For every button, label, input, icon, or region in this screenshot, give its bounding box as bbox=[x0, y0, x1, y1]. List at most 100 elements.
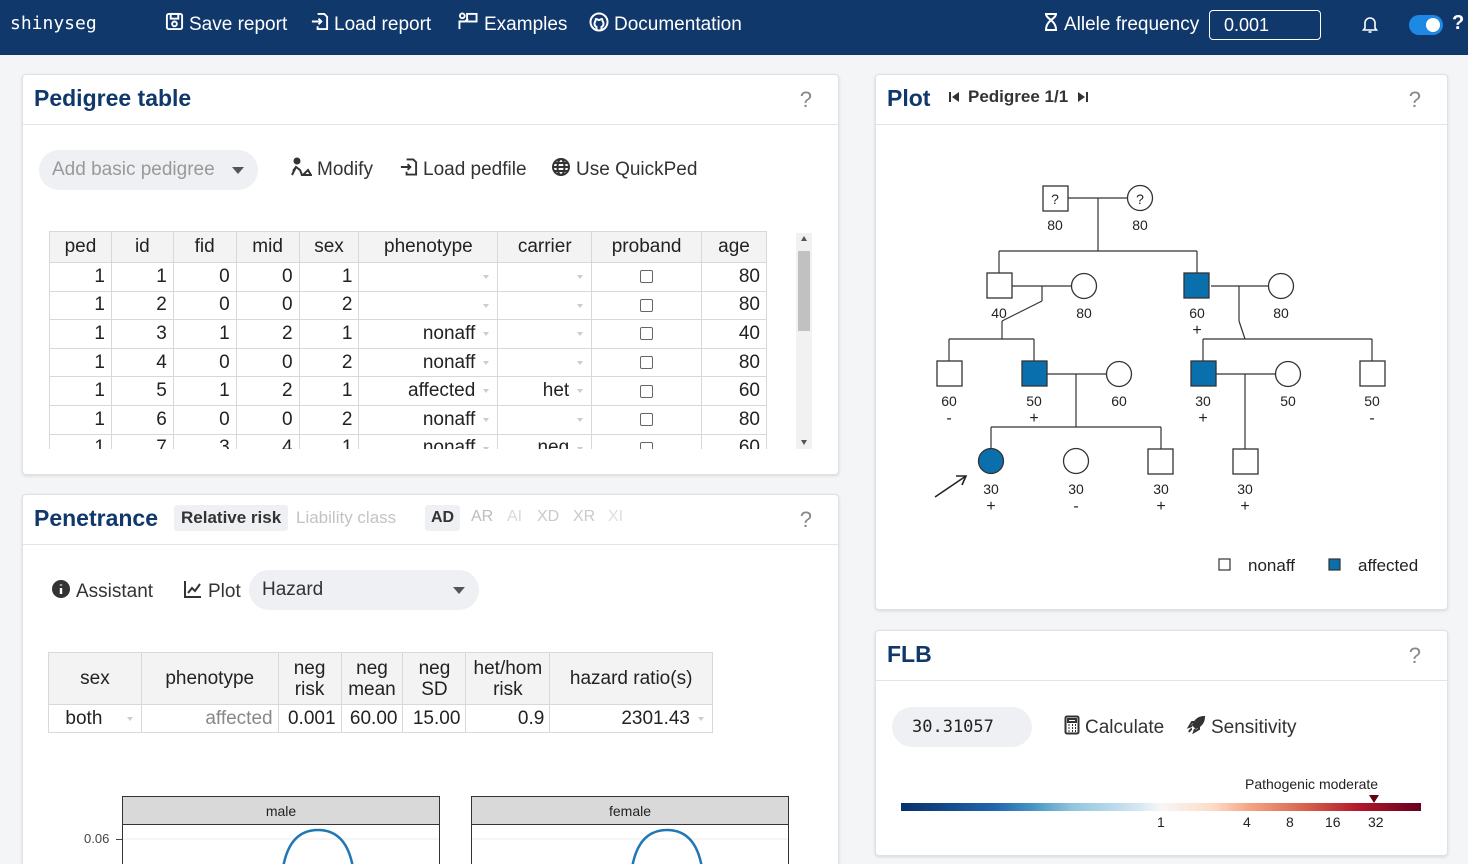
column-header[interactable]: ped bbox=[49, 231, 112, 263]
individual-3-square[interactable] bbox=[986, 272, 1013, 299]
cell-ped[interactable]: 1 bbox=[49, 376, 112, 406]
cell-mid[interactable]: 0 bbox=[235, 347, 300, 378]
calculate-button[interactable]: Calculate bbox=[1064, 715, 1164, 741]
plot-help-icon[interactable]: ? bbox=[1409, 87, 1421, 113]
cell-fid[interactable]: 0 bbox=[172, 347, 237, 378]
cell-carrier-dropdown[interactable]: neg bbox=[497, 433, 593, 449]
flb-help-icon[interactable]: ? bbox=[1409, 643, 1421, 669]
documentation-link[interactable]: Documentation bbox=[589, 12, 742, 38]
cell-sex[interactable]: 2 bbox=[298, 290, 360, 321]
load-pedfile-button[interactable]: Load pedfile bbox=[399, 157, 527, 183]
individual-4-circle[interactable] bbox=[1070, 272, 1098, 300]
allele-frequency-input[interactable]: 0.001 bbox=[1209, 10, 1321, 40]
column-header[interactable]: het/hom risk bbox=[465, 652, 551, 705]
load-report-button[interactable]: Load report bbox=[310, 12, 431, 37]
cell-sex[interactable]: 1 bbox=[298, 376, 360, 406]
column-header[interactable]: neg risk bbox=[277, 652, 342, 705]
cell-sex[interactable]: 1 bbox=[298, 319, 360, 349]
tab-liability-class[interactable]: Liability class bbox=[296, 508, 396, 528]
proband-checkbox[interactable] bbox=[640, 384, 654, 398]
cell-mid[interactable]: 2 bbox=[235, 319, 300, 349]
proband-checkbox[interactable] bbox=[640, 413, 654, 427]
individual-16-square[interactable] bbox=[1232, 448, 1259, 475]
cell-id[interactable]: 7 bbox=[110, 433, 174, 449]
column-header[interactable]: phenotype bbox=[358, 231, 499, 263]
individual-12-square[interactable] bbox=[1359, 360, 1386, 387]
column-header[interactable]: proband bbox=[591, 231, 703, 263]
cell-neg-risk[interactable]: 0.001 bbox=[277, 704, 342, 733]
cell-sex[interactable]: 2 bbox=[298, 404, 360, 435]
cell-id[interactable]: 1 bbox=[110, 262, 174, 292]
individual-14-circle[interactable] bbox=[1062, 447, 1090, 475]
model-xi[interactable]: XI bbox=[608, 508, 623, 526]
individual-8-square[interactable] bbox=[1021, 360, 1048, 387]
sensitivity-button[interactable]: Sensitivity bbox=[1186, 715, 1297, 741]
plot-button[interactable]: Plot bbox=[183, 579, 241, 605]
cell-mid[interactable]: 0 bbox=[235, 290, 300, 321]
cell-age[interactable]: 60 bbox=[701, 433, 767, 449]
model-ai[interactable]: AI bbox=[507, 508, 522, 526]
individual-7-square[interactable] bbox=[936, 360, 963, 387]
assistant-button[interactable]: Assistant bbox=[51, 579, 153, 605]
cell-id[interactable]: 3 bbox=[110, 319, 174, 349]
cell-carrier-dropdown[interactable]: het bbox=[497, 376, 593, 406]
cell-phenotype-dropdown[interactable]: nonaff bbox=[358, 347, 499, 378]
cell-phenotype-dropdown[interactable] bbox=[358, 290, 499, 321]
cell-age[interactable]: 60 bbox=[701, 376, 767, 406]
tab-relative-risk[interactable]: Relative risk bbox=[174, 505, 289, 531]
cell-fid[interactable]: 1 bbox=[172, 319, 237, 349]
column-header[interactable]: sex bbox=[298, 231, 360, 263]
cell-sex-dropdown[interactable]: both bbox=[48, 704, 142, 733]
cell-ped[interactable]: 1 bbox=[49, 404, 112, 435]
theme-toggle-switch[interactable] bbox=[1409, 15, 1443, 35]
cell-ped[interactable]: 1 bbox=[49, 347, 112, 378]
individual-13-circle[interactable] bbox=[977, 447, 1005, 475]
cell-age[interactable]: 80 bbox=[701, 262, 767, 292]
column-header[interactable]: neg mean bbox=[340, 652, 404, 705]
cell-age[interactable]: 80 bbox=[701, 347, 767, 378]
cell-mid[interactable]: 2 bbox=[235, 376, 300, 406]
cell-hazard-ratio[interactable]: 2301.43 bbox=[549, 704, 713, 733]
cell-mid[interactable]: 0 bbox=[235, 404, 300, 435]
cell-carrier-dropdown[interactable] bbox=[497, 262, 593, 292]
individual-10-square[interactable] bbox=[1190, 360, 1217, 387]
cell-ped[interactable]: 1 bbox=[49, 290, 112, 321]
model-xd[interactable]: XD bbox=[537, 508, 559, 526]
use-quickped-button[interactable]: Use QuickPed bbox=[551, 157, 697, 183]
cell-ped[interactable]: 1 bbox=[49, 262, 112, 292]
add-basic-pedigree-select[interactable]: Add basic pedigree bbox=[39, 150, 258, 190]
notification-bell-icon[interactable] bbox=[1360, 14, 1380, 39]
cell-fid[interactable]: 3 bbox=[172, 433, 237, 449]
cell-ped[interactable]: 1 bbox=[49, 433, 112, 449]
column-header[interactable]: phenotype bbox=[140, 652, 279, 705]
penetrance-help-icon[interactable]: ? bbox=[800, 507, 812, 533]
individual-5-square[interactable] bbox=[1183, 272, 1210, 299]
modify-button[interactable]: Modify bbox=[290, 157, 373, 183]
cell-fid[interactable]: 0 bbox=[172, 290, 237, 321]
cell-phenotype-dropdown[interactable]: nonaff bbox=[358, 433, 499, 449]
cell-mid[interactable]: 4 bbox=[235, 433, 300, 449]
cell-neg-sd[interactable]: 15.00 bbox=[402, 704, 467, 733]
cell-id[interactable]: 6 bbox=[110, 404, 174, 435]
individual-9-circle[interactable] bbox=[1105, 360, 1133, 388]
cell-sex[interactable]: 1 bbox=[298, 262, 360, 292]
cell-phenotype-dropdown[interactable]: affected bbox=[358, 376, 499, 406]
cell-id[interactable]: 4 bbox=[110, 347, 174, 378]
model-xr[interactable]: XR bbox=[573, 508, 595, 526]
cell-carrier-dropdown[interactable] bbox=[497, 319, 593, 349]
cell-age[interactable]: 80 bbox=[701, 404, 767, 435]
column-header[interactable]: id bbox=[110, 231, 174, 263]
cell-phenotype-dropdown[interactable]: nonaff bbox=[358, 404, 499, 435]
cell-carrier-dropdown[interactable] bbox=[497, 347, 593, 378]
pedigree-grid-scrollbar[interactable] bbox=[796, 233, 812, 449]
individual-6-circle[interactable] bbox=[1267, 272, 1295, 300]
cell-sex[interactable]: 1 bbox=[298, 433, 360, 449]
individual-11-circle[interactable] bbox=[1274, 360, 1302, 388]
cell-age[interactable]: 40 bbox=[701, 319, 767, 349]
scroll-up-arrow-icon[interactable] bbox=[801, 236, 807, 241]
cell-id[interactable]: 5 bbox=[110, 376, 174, 406]
save-report-button[interactable]: Save report bbox=[165, 12, 287, 37]
proband-checkbox[interactable] bbox=[640, 356, 654, 370]
proband-checkbox[interactable] bbox=[640, 327, 654, 341]
model-ad[interactable]: AD bbox=[425, 505, 461, 531]
